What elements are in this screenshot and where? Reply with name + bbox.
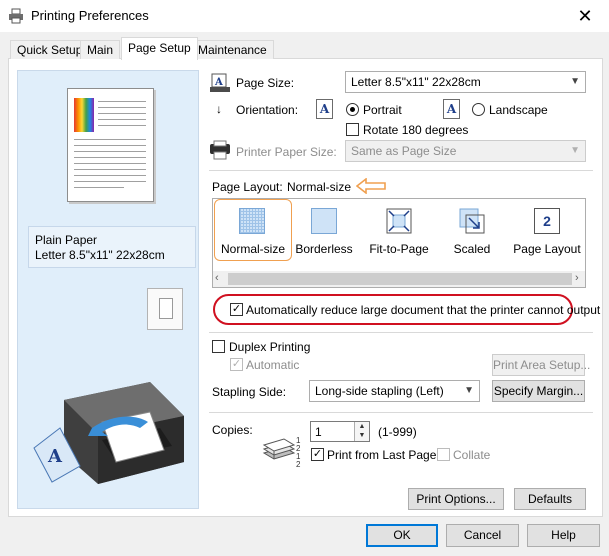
layout-fit-to-page[interactable]: Fit-to-Page (362, 200, 436, 262)
defaults-button[interactable]: Defaults (514, 488, 586, 510)
landscape-icon: A (443, 99, 460, 119)
auto-reduce-label[interactable]: Automatically reduce large document that… (246, 303, 600, 317)
collate-checkbox[interactable] (437, 448, 450, 461)
portrait-icon: A (316, 99, 333, 119)
layout-scaled[interactable]: Scaled (437, 200, 507, 262)
fit-to-page-icon (386, 208, 412, 234)
copies-stack-icon (262, 433, 296, 465)
printer-paper-size-select[interactable]: Same as Page Size ▼ (345, 140, 586, 162)
help-button[interactable]: Help (527, 524, 600, 547)
automatic-checkbox[interactable]: ✓ (230, 358, 243, 371)
print-area-setup-button[interactable]: Print Area Setup... (492, 354, 590, 376)
separator (209, 412, 593, 413)
close-button[interactable]: ✕ (575, 6, 595, 26)
ok-button[interactable]: OK (366, 524, 438, 547)
print-from-last-page-checkbox[interactable]: ✓ (311, 448, 324, 461)
borderless-icon (311, 208, 337, 234)
stapling-side-label: Stapling Side: (212, 385, 287, 399)
copies-spinner[interactable]: ▲ ▼ (354, 422, 369, 441)
stapling-side-select[interactable]: Long-side stapling (Left) ▼ (309, 380, 480, 402)
printer-paper-size-label: Printer Paper Size: (236, 145, 337, 159)
scroll-left-icon[interactable]: ‹ (215, 272, 219, 284)
tab-quick-setup[interactable]: Quick Setup (10, 40, 90, 59)
chevron-down-icon: ▼ (464, 385, 474, 396)
rotate-180-checkbox[interactable] (346, 123, 359, 136)
annotation-arrow-icon (355, 177, 386, 195)
separator (209, 170, 593, 171)
portrait-label[interactable]: Portrait (363, 103, 402, 117)
paper-size-text: Letter 8.5"x11" 22x28cm (35, 248, 165, 262)
orientation-arrow-icon: ↓ (216, 102, 222, 116)
scroll-right-icon[interactable]: › (575, 272, 579, 284)
duplex-printing-label[interactable]: Duplex Printing (229, 340, 310, 354)
svg-text:A: A (214, 77, 223, 88)
chevron-down-icon: ▼ (570, 145, 580, 156)
page-size-icon: A (209, 73, 231, 93)
landscape-radio[interactable] (472, 103, 485, 116)
copies-label: Copies: (212, 423, 253, 437)
automatic-label: Automatic (246, 358, 300, 372)
layout-scaled-label: Scaled (453, 242, 491, 256)
collate-label: Collate (453, 448, 491, 462)
layout-scrollbar-thumb[interactable] (228, 273, 572, 285)
landscape-label[interactable]: Landscape (489, 103, 548, 117)
printer-icon (8, 8, 24, 24)
layout-page-layout[interactable]: 2 Page Layout (510, 200, 584, 262)
printer-illustration-icon: A (32, 370, 192, 495)
layout-borderless-label: Borderless (295, 242, 353, 256)
layout-fit-to-page-label: Fit-to-Page (369, 242, 429, 256)
layout-page-layout-label: Page Layout (513, 242, 581, 256)
tab-main[interactable]: Main (80, 40, 121, 59)
printer-paper-icon (209, 140, 231, 160)
auto-reduce-checkbox[interactable]: ✓ (230, 303, 243, 316)
page-preview-thumbnail (67, 88, 154, 202)
page-layout-icon: 2 (534, 208, 560, 234)
selection-highlight (214, 199, 292, 261)
orientation-label: Orientation: (236, 103, 299, 117)
page-size-label: Page Size: (236, 76, 295, 90)
page-size-select[interactable]: Letter 8.5"x11" 22x28cm ▼ (345, 71, 586, 93)
specify-margin-button[interactable]: Specify Margin... (492, 380, 585, 402)
stapling-side-value: Long-side stapling (Left) (315, 384, 444, 398)
rotate-180-label[interactable]: Rotate 180 degrees (363, 123, 468, 137)
printer-paper-size-value: Same as Page Size (351, 144, 457, 158)
media-info-box: Plain Paper Letter 8.5"x11" 22x28cm (28, 226, 196, 268)
portrait-radio[interactable] (346, 103, 359, 116)
copies-range: (1-999) (378, 425, 417, 439)
print-options-button[interactable]: Print Options... (408, 488, 504, 510)
print-from-last-page-label[interactable]: Print from Last Page (327, 448, 436, 462)
media-type-text: Plain Paper (35, 233, 98, 247)
separator (209, 332, 593, 333)
copies-value: 1 (315, 425, 322, 439)
tab-page-setup[interactable]: Page Setup (121, 37, 198, 60)
chevron-down-icon: ▼ (570, 76, 580, 87)
cancel-button[interactable]: Cancel (446, 524, 519, 547)
page-order-icon: 1212 (296, 436, 301, 469)
window-title: Printing Preferences (31, 8, 149, 23)
page-layout-label: Page Layout: (212, 180, 283, 194)
scaled-icon (459, 208, 485, 234)
layout-borderless[interactable]: Borderless (289, 200, 359, 262)
duplex-printing-checkbox[interactable] (212, 340, 225, 353)
orientation-thumbnail (147, 288, 183, 330)
svg-text:A: A (47, 446, 63, 467)
page-layout-value: Normal-size (287, 180, 352, 194)
page-size-value: Letter 8.5"x11" 22x28cm (351, 75, 481, 89)
tab-maintenance[interactable]: Maintenance (191, 40, 274, 59)
